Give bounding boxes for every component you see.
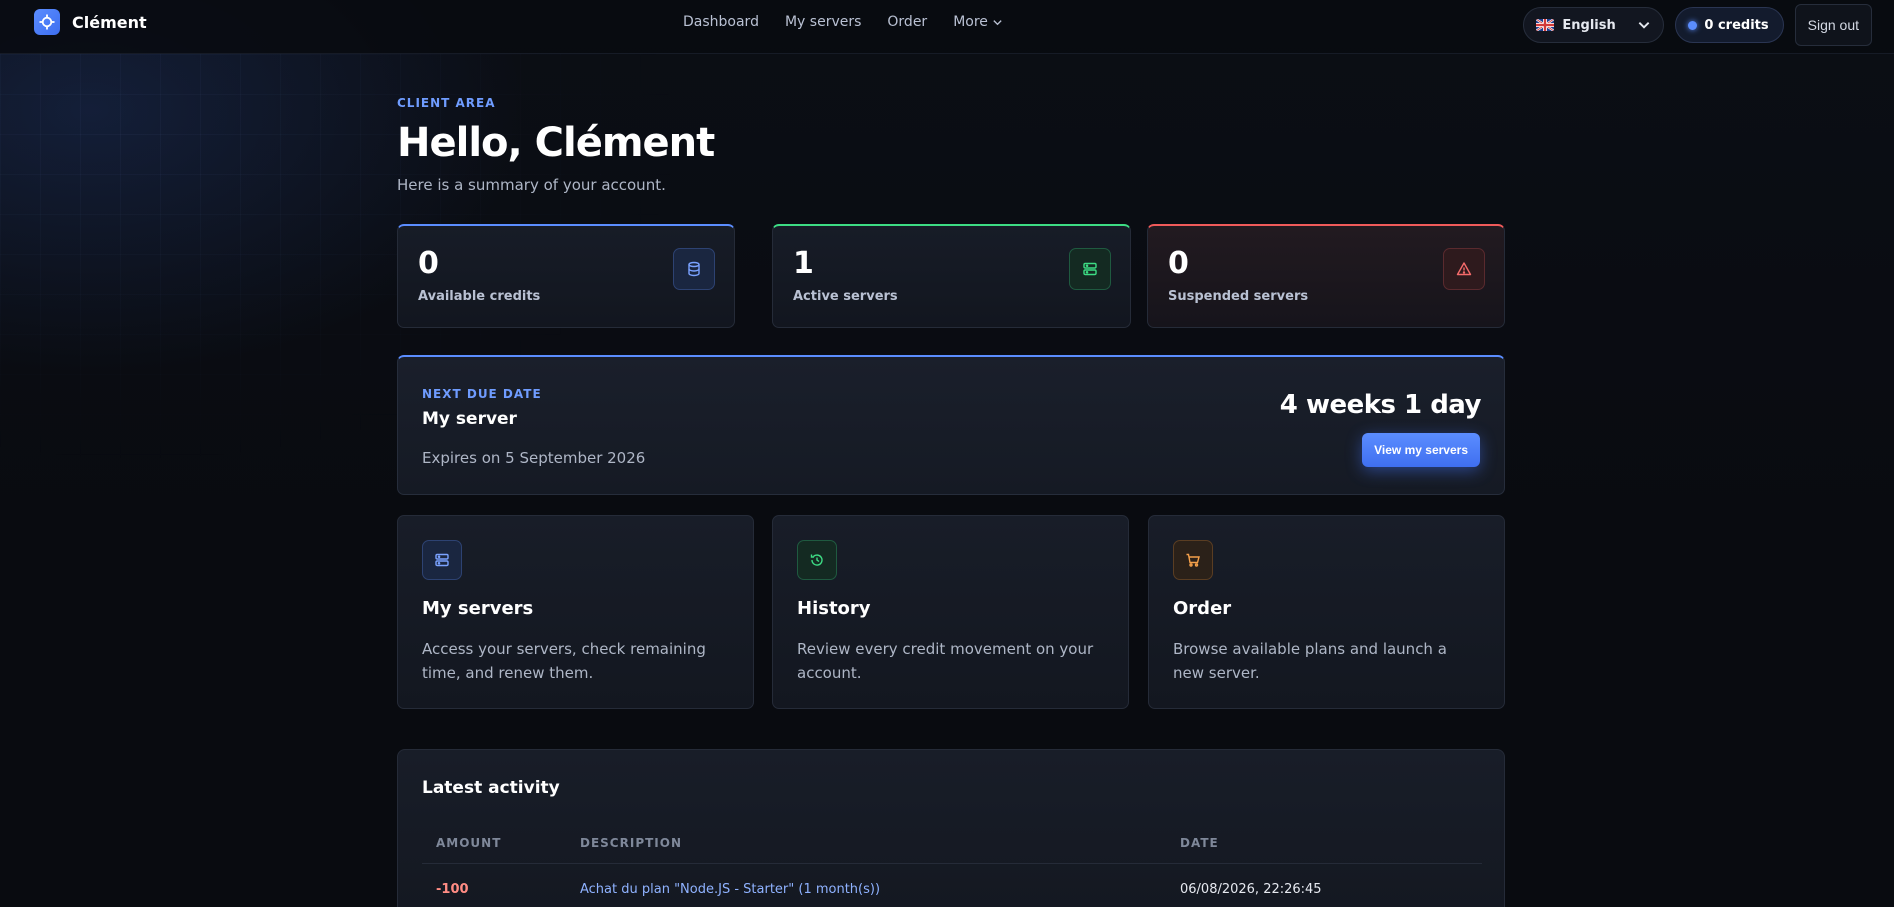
database-icon [673, 248, 715, 290]
card-title: My servers [422, 598, 534, 619]
language-label: English [1562, 17, 1616, 33]
stat-label: Active servers [793, 289, 898, 304]
nav-my-servers[interactable]: My servers [785, 14, 861, 30]
page-eyebrow: CLIENT AREA [397, 96, 496, 110]
page-title: Hello, Clément [397, 120, 715, 166]
chevron-down-icon [993, 19, 1002, 25]
nav-more-label: More [953, 14, 988, 30]
chevron-down-icon [1639, 22, 1650, 29]
stat-value: 1 [793, 246, 814, 281]
language-select[interactable]: English [1523, 7, 1665, 43]
server-icon [1069, 248, 1111, 290]
card-my-servers[interactable]: My servers Access your servers, check re… [397, 515, 754, 709]
view-my-servers-button[interactable]: View my servers [1362, 433, 1480, 467]
stat-card-active-servers: 1 Active servers [772, 224, 1131, 328]
due-remaining-time: 4 weeks 1 day [1279, 390, 1482, 420]
stat-label: Suspended servers [1168, 289, 1309, 304]
stat-value: 0 [1168, 246, 1189, 281]
card-order[interactable]: Order Browse available plans and launch … [1148, 515, 1505, 709]
card-history[interactable]: History Review every credit movement on … [772, 515, 1129, 709]
next-due-card: NEXT DUE DATE My server Expires on 5 Sep… [397, 355, 1505, 495]
table-header: AMOUNT DESCRIPTION DATE [422, 822, 1482, 864]
stat-label: Available credits [418, 289, 541, 304]
card-description: Access your servers, check remaining tim… [422, 640, 706, 682]
stat-value: 0 [418, 246, 439, 281]
row-description-link[interactable]: Achat du plan "Node.JS - Starter" (1 mon… [580, 882, 1180, 897]
brand[interactable]: Clément [34, 9, 147, 35]
latest-activity-panel: Latest activity AMOUNT DESCRIPTION DATE … [397, 749, 1505, 907]
cart-icon [1173, 540, 1213, 580]
due-expires: Expires on 5 September 2026 [422, 449, 646, 467]
activity-title: Latest activity [422, 778, 560, 798]
page-subtitle: Here is a summary of your account. [397, 176, 666, 194]
card-description: Browse available plans and launch a new … [1173, 640, 1447, 682]
nav-links: Dashboard My servers Order More [683, 0, 1003, 44]
logo-icon [34, 9, 60, 35]
top-navbar: Clément Dashboard My servers Order More … [0, 0, 1894, 54]
nav-more[interactable]: More [953, 14, 1003, 30]
warning-icon [1443, 248, 1485, 290]
activity-table: AMOUNT DESCRIPTION DATE -100 Achat du pl… [422, 822, 1482, 907]
credits-dot-icon [1688, 20, 1698, 30]
nav-order[interactable]: Order [887, 14, 927, 30]
credits-badge[interactable]: 0 credits [1675, 7, 1784, 43]
history-icon [797, 540, 837, 580]
column-header-description[interactable]: DESCRIPTION [580, 836, 1180, 850]
server-icon [422, 540, 462, 580]
column-header-amount[interactable]: AMOUNT [422, 836, 580, 850]
uk-flag-icon [1536, 19, 1555, 31]
card-title: History [797, 598, 871, 619]
credits-label: 0 credits [1704, 17, 1769, 33]
brand-name: Clément [72, 12, 147, 32]
column-header-date[interactable]: DATE [1180, 836, 1482, 850]
table-row: -100 Achat du plan "Node.JS - Starter" (… [422, 864, 1482, 907]
sign-out-button[interactable]: Sign out [1794, 4, 1872, 46]
card-description: Review every credit movement on your acc… [797, 640, 1094, 682]
row-amount: -100 [436, 881, 469, 897]
row-date: 06/08/2026, 22:26:45 [1180, 881, 1322, 897]
card-title: Order [1173, 598, 1232, 619]
stat-card-suspended-servers: 0 Suspended servers [1147, 224, 1505, 328]
nav-dashboard[interactable]: Dashboard [683, 14, 759, 30]
nav-actions: English 0 credits Sign out [1523, 4, 1872, 46]
stat-card-credits: 0 Available credits [397, 224, 735, 328]
